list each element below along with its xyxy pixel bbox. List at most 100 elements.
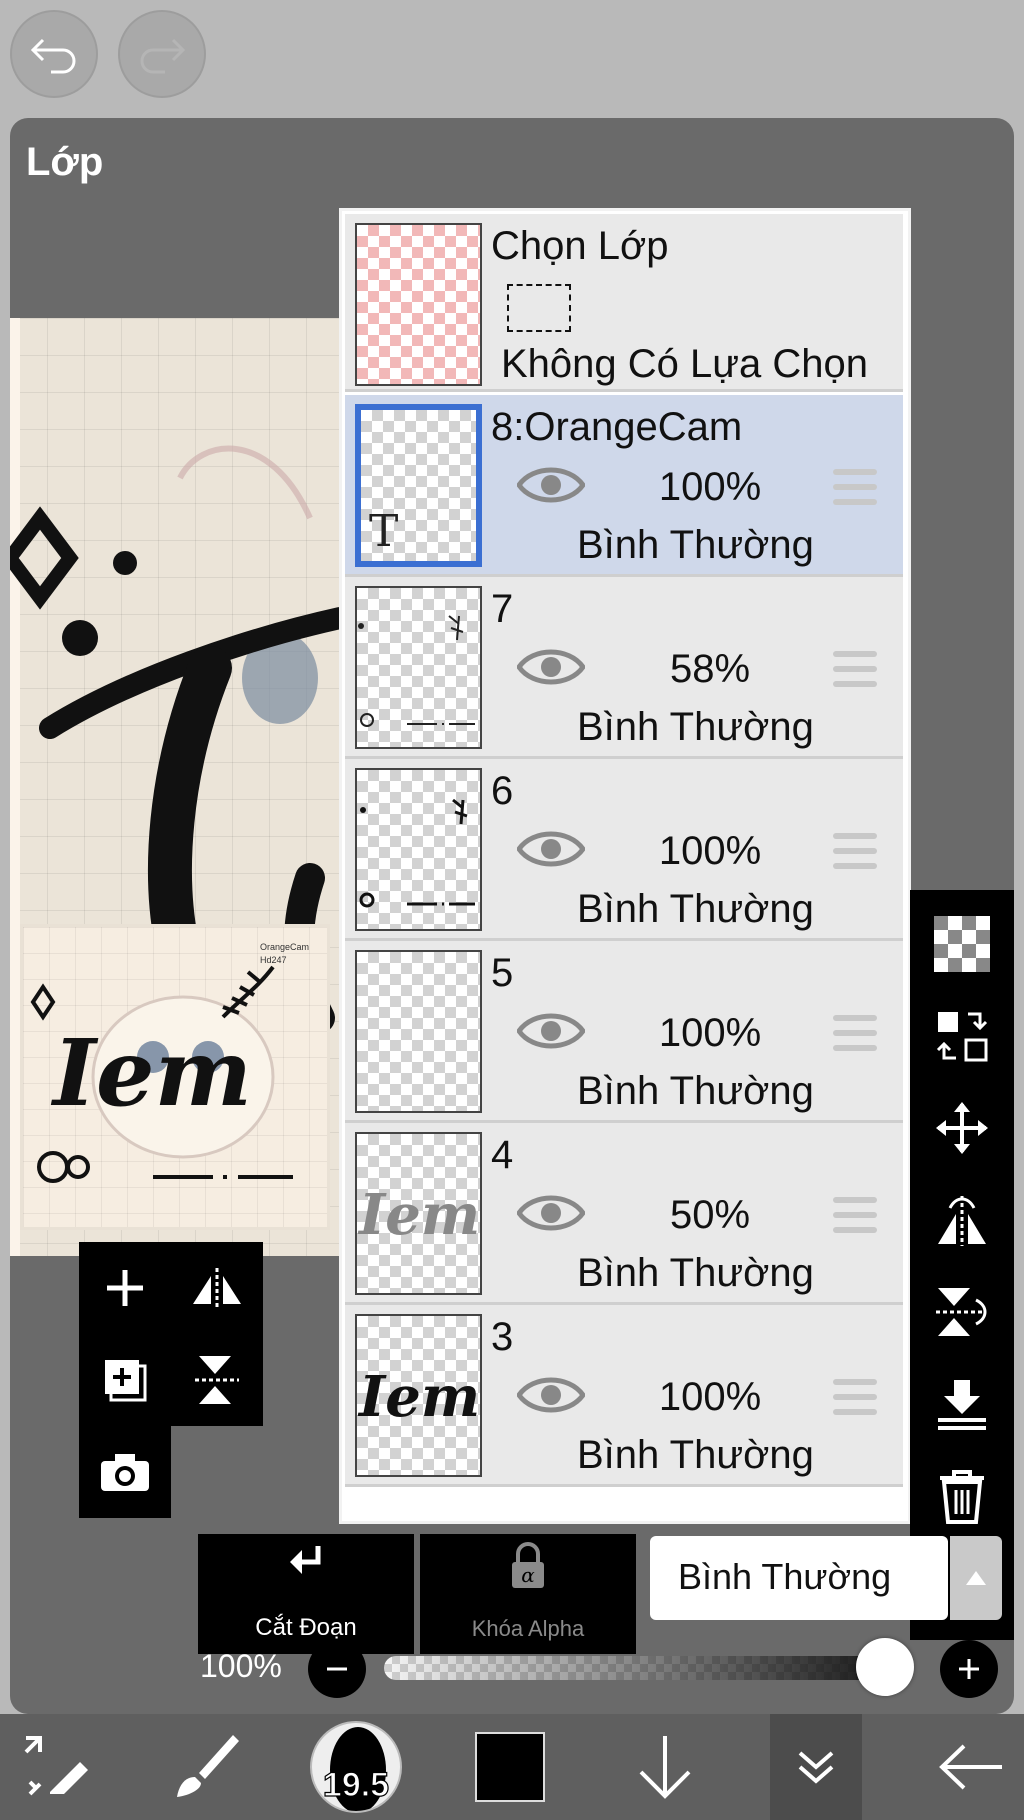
flip-horizontal-button[interactable] [171, 1242, 263, 1334]
layer-thumbnail [355, 950, 482, 1113]
camera-icon [101, 1454, 149, 1491]
drag-handle-icon[interactable] [833, 1197, 877, 1242]
undo-button[interactable] [10, 10, 98, 98]
minus-icon [327, 1667, 347, 1671]
checkerboard-icon [934, 916, 990, 972]
layer-panel: Lớp OrangeCam Hd247 Iem Chọn Lớp Không C… [10, 118, 1014, 1714]
clipping-arrow-icon [290, 1546, 321, 1574]
marquee-icon [507, 284, 571, 332]
layer-name: 4 [491, 1133, 514, 1177]
layer-row[interactable]: 7 58% Bình Thường [345, 577, 903, 759]
swap-layer-button[interactable] [924, 998, 1000, 1074]
layer-thumbnail [355, 586, 482, 749]
layer-name: 8:OrangeCam [491, 405, 743, 449]
layer-blend-mode: Bình Thường [577, 887, 814, 931]
triangle-up-icon [966, 1571, 986, 1585]
layer-name: 6 [491, 769, 514, 813]
chevron-double-down-icon [798, 1751, 834, 1784]
selection-layer-title: Chọn Lớp [491, 224, 669, 268]
transform-eraser-icon [24, 1736, 88, 1796]
layer-side-toolbar [910, 890, 1014, 1640]
add-layer-button[interactable] [79, 1242, 171, 1334]
add-special-layer-button[interactable] [79, 1334, 171, 1426]
arrow-left-icon [939, 1744, 1002, 1790]
move-button[interactable] [924, 1090, 1000, 1166]
eye-icon[interactable] [515, 1191, 587, 1240]
opacity-decrease-button[interactable] [308, 1640, 366, 1698]
layer-opacity: 50% [669, 1193, 751, 1237]
eye-icon[interactable] [515, 645, 587, 694]
layer-row[interactable]: T 8:OrangeCam 100% Bình Thường [345, 395, 903, 577]
redo-button[interactable] [118, 10, 206, 98]
layer-thumbnail: Iem [355, 1132, 482, 1295]
back-button[interactable] [926, 1714, 1016, 1820]
svg-text:Iem: Iem [50, 1019, 252, 1127]
svg-text:α: α [521, 1563, 535, 1587]
transparency-button[interactable] [924, 906, 1000, 982]
bottom-toolbar: 19.5 [0, 1714, 1024, 1820]
eye-icon[interactable] [515, 1373, 587, 1422]
blend-mode-select[interactable]: Bình Thường [650, 1536, 948, 1620]
layer-blend-mode: Bình Thường [577, 1069, 814, 1113]
layer-thumbnail: Iem [355, 1314, 482, 1477]
drag-handle-icon[interactable] [833, 833, 877, 878]
clipping-button[interactable]: Cắt Đoạn [198, 1534, 414, 1654]
color-picker-button[interactable] [470, 1714, 550, 1820]
layer-opacity-label: 100% [200, 1648, 282, 1684]
selection-layer-row[interactable]: Chọn Lớp Không Có Lựa Chọn [345, 214, 903, 392]
eye-icon[interactable] [515, 463, 587, 512]
canvas-preview[interactable]: OrangeCam Hd247 Iem [20, 924, 330, 1230]
selection-layer-thumbnail [355, 223, 482, 386]
redo-icon [140, 38, 186, 74]
flip-vertical-icon [195, 1356, 239, 1404]
layer-row[interactable]: 6 100% Bình Thường [345, 759, 903, 941]
layer-name: 5 [491, 951, 514, 995]
eye-icon[interactable] [515, 827, 587, 876]
blend-mode-dropdown-button[interactable] [950, 1536, 1002, 1620]
opacity-slider-thumb[interactable] [856, 1638, 914, 1696]
flip-vertical-button[interactable] [924, 1274, 1000, 1350]
layer-blend-mode: Bình Thường [577, 1251, 814, 1295]
flip-vertical-button[interactable] [171, 1334, 263, 1426]
layer-name: 3 [491, 1315, 514, 1359]
layer-opacity: 100% [658, 1375, 762, 1419]
swap-icon [936, 1012, 988, 1062]
transform-tool-button[interactable] [10, 1714, 100, 1820]
layers-button[interactable] [770, 1714, 862, 1820]
next-button[interactable] [620, 1714, 710, 1820]
alpha-lock-button[interactable]: α Khóa Alpha [420, 1534, 636, 1654]
layer-thumbnail [355, 768, 482, 931]
trash-icon [940, 1470, 984, 1524]
layer-opacity: 100% [658, 465, 762, 509]
lock-icon: α [512, 1542, 544, 1588]
brush-icon [177, 1735, 239, 1797]
import-photo-button[interactable] [79, 1426, 171, 1518]
layer-row[interactable]: Iem 4 50% Bình Thường [345, 1123, 903, 1305]
plus-icon [959, 1659, 979, 1679]
opacity-increase-button[interactable] [940, 1640, 998, 1698]
layer-opacity: 100% [658, 1011, 762, 1055]
preview-artwork: Iem [30, 965, 293, 1183]
merge-down-button[interactable] [924, 1366, 1000, 1442]
layer-list[interactable]: Chọn Lớp Không Có Lựa Chọn T 8:OrangeCam… [339, 208, 911, 1524]
layer-blend-mode: Bình Thường [577, 523, 814, 567]
undo-icon [30, 38, 76, 74]
eye-icon[interactable] [515, 1009, 587, 1058]
svg-text:Iem: Iem [357, 1364, 480, 1430]
panel-title: Lớp [26, 140, 104, 184]
brush-tool-button[interactable] [160, 1714, 250, 1820]
drag-handle-icon[interactable] [833, 469, 877, 514]
delete-layer-button[interactable] [924, 1458, 1000, 1534]
drag-handle-icon[interactable] [833, 651, 877, 696]
plus-icon [107, 1270, 143, 1306]
flip-horizontal-icon [938, 1196, 986, 1246]
flip-horizontal-button[interactable] [924, 1182, 1000, 1258]
alpha-lock-label: Khóa Alpha [471, 1616, 585, 1641]
layer-row[interactable]: Iem 3 100% Bình Thường [345, 1305, 903, 1487]
drag-handle-icon[interactable] [833, 1379, 877, 1424]
layer-thumbnail: T [355, 404, 482, 567]
layer-row[interactable]: 5 100% Bình Thường [345, 941, 903, 1123]
drag-handle-icon[interactable] [833, 1015, 877, 1060]
brush-size-button[interactable]: 19.5 [308, 1714, 404, 1820]
opacity-slider[interactable] [384, 1656, 904, 1680]
